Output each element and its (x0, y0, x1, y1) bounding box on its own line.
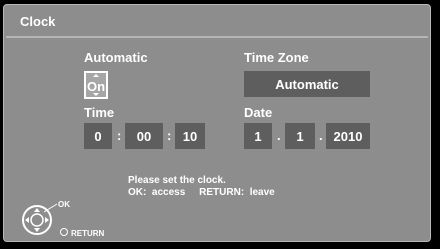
automatic-value: On (86, 79, 106, 94)
time-separator: : (117, 128, 122, 143)
date-separator: . (319, 128, 323, 143)
arrow-up-icon (93, 74, 99, 77)
minute-field[interactable]: 00 (125, 123, 163, 149)
month-field[interactable]: 1 (285, 123, 315, 149)
time-separator: : (167, 128, 172, 143)
automatic-label: Automatic (84, 50, 148, 65)
hour-field[interactable]: 0 (84, 123, 112, 149)
ok-pointer-icon (44, 203, 58, 213)
year-field[interactable]: 2010 (326, 123, 370, 149)
date-label: Date (244, 105, 273, 120)
second-field[interactable]: 10 (175, 123, 205, 149)
screen: Clock Automatic On Time Zone Automatic T… (0, 0, 440, 249)
automatic-selector[interactable]: On (84, 71, 108, 99)
return-label: RETURN (71, 229, 105, 238)
timezone-field[interactable]: Automatic (244, 71, 370, 97)
timezone-label: Time Zone (244, 50, 309, 65)
return-circle-icon (60, 228, 68, 236)
ok-label: OK (58, 200, 70, 209)
help-message-line2: OK: access RETURN: leave (128, 187, 275, 198)
date-separator: . (277, 128, 281, 143)
page-title: Clock (20, 14, 56, 29)
day-field[interactable]: 1 (244, 123, 272, 149)
title-divider (6, 36, 428, 38)
time-label: Time (84, 105, 115, 120)
help-message-line1: Please set the clock. (128, 175, 226, 186)
arrow-down-icon (93, 93, 99, 96)
